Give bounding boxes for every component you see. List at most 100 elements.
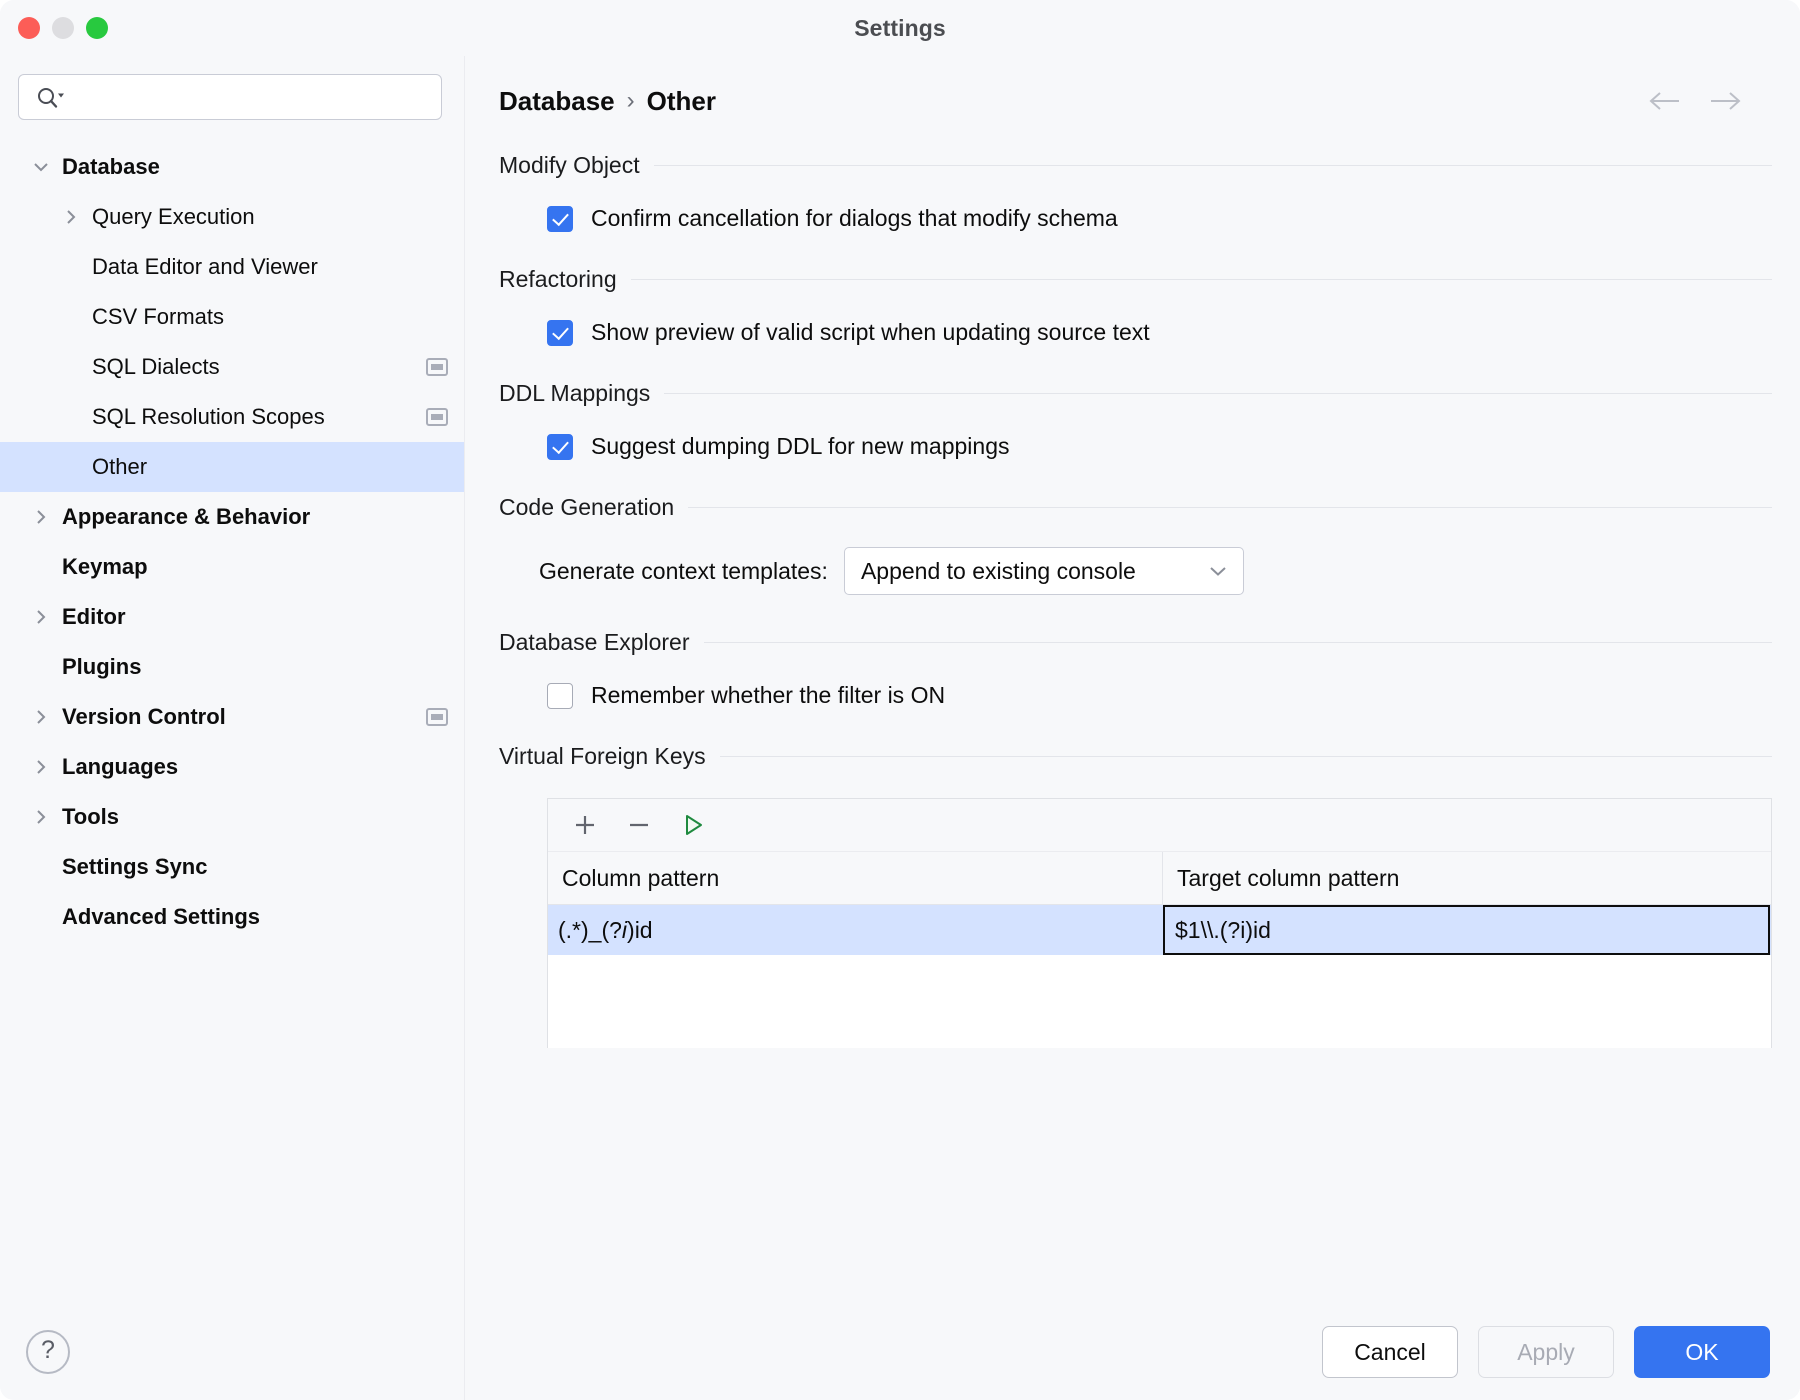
section-divider [664, 393, 1772, 394]
section-ddl-mappings: DDL Mappings Suggest dumping DDL for new… [465, 380, 1772, 460]
section-header: Refactoring [499, 266, 1772, 293]
checkbox-row-show-preview[interactable]: Show preview of valid script when updati… [499, 319, 1772, 346]
sidebar-item-label: SQL Resolution Scopes [92, 404, 325, 430]
show-preview-label: Show preview of valid script when updati… [591, 319, 1150, 346]
apply-button[interactable]: Apply [1478, 1326, 1614, 1378]
sidebar-item-label: Appearance & Behavior [62, 504, 310, 530]
sidebar-item-sql-resolution-scopes[interactable]: SQL Resolution Scopes [0, 392, 464, 442]
sidebar-item-label: Tools [62, 804, 119, 830]
zoom-window-button[interactable] [86, 17, 108, 39]
sidebar-item-label: Settings Sync [62, 854, 207, 880]
sidebar-item-label: Languages [62, 754, 178, 780]
minimize-window-button[interactable] [52, 17, 74, 39]
section-divider [631, 279, 1772, 280]
section-title: Modify Object [499, 152, 640, 179]
cell-column-pattern[interactable]: (.*)_(?i)id [548, 905, 1163, 955]
sidebar-item-label: Editor [62, 604, 126, 630]
settings-tree: Database Query ExecutionData Editor and V… [0, 136, 464, 1304]
table-row[interactable]: (.*)_(?i)id $1\\.(?i)id [548, 905, 1771, 955]
generate-context-templates-dropdown[interactable]: Append to existing console [844, 547, 1244, 595]
virtual-foreign-keys-table: Column pattern Target column pattern (.*… [547, 798, 1772, 1048]
ok-button[interactable]: OK [1634, 1326, 1770, 1378]
section-divider [704, 642, 1773, 643]
chevron-right-icon[interactable] [28, 757, 54, 777]
sidebar-item-plugins[interactable]: Plugins [0, 642, 464, 692]
back-arrow-icon[interactable] [1648, 89, 1682, 113]
search-input[interactable] [35, 85, 441, 109]
checkbox-row-remember-filter[interactable]: Remember whether the filter is ON [499, 682, 1772, 709]
titlebar: Settings [0, 0, 1800, 56]
chevron-right-icon[interactable] [28, 607, 54, 627]
remember-filter-checkbox[interactable] [547, 683, 573, 709]
chevron-right-icon[interactable] [28, 707, 54, 727]
settings-sidebar: Database Query ExecutionData Editor and V… [0, 56, 465, 1400]
breadcrumb: Database › Other [465, 56, 1772, 118]
breadcrumb-root[interactable]: Database [499, 86, 615, 117]
run-icon[interactable] [670, 805, 716, 845]
sidebar-item-database[interactable]: Database [0, 142, 464, 192]
section-title: Database Explorer [499, 629, 690, 656]
sidebar-item-settings-sync[interactable]: Settings Sync [0, 842, 464, 892]
section-header: Database Explorer [499, 629, 1772, 656]
sidebar-item-appearance-behavior[interactable]: Appearance & Behavior [0, 492, 464, 542]
cell-target-column-pattern[interactable]: $1\\.(?i)id [1163, 905, 1770, 955]
sidebar-item-query-execution[interactable]: Query Execution [0, 192, 464, 242]
sidebar-item-version-control[interactable]: Version Control [0, 692, 464, 742]
column-header-column-pattern[interactable]: Column pattern [548, 852, 1163, 904]
generate-context-templates-row: Generate context templates: Append to ex… [499, 547, 1772, 595]
sidebar-item-editor[interactable]: Editor [0, 592, 464, 642]
confirm-cancellation-checkbox[interactable] [547, 206, 573, 232]
sidebar-item-label: Database [62, 154, 160, 180]
section-divider [688, 507, 1772, 508]
section-title: DDL Mappings [499, 380, 650, 407]
sidebar-item-label: Keymap [62, 554, 148, 580]
table-header-row: Column pattern Target column pattern [548, 852, 1771, 905]
table-empty-area [548, 955, 1771, 1048]
search-box[interactable] [18, 74, 442, 120]
sidebar-item-label: SQL Dialects [92, 354, 220, 380]
close-window-button[interactable] [18, 17, 40, 39]
section-virtual-foreign-keys: Virtual Foreign Keys [465, 743, 1772, 1048]
project-settings-badge-icon [426, 358, 448, 376]
sidebar-item-csv-formats[interactable]: CSV Formats [0, 292, 464, 342]
chevron-right-icon[interactable] [28, 507, 54, 527]
chevron-down-icon[interactable] [28, 160, 54, 174]
window-title: Settings [0, 15, 1800, 42]
sidebar-item-data-editor-and-viewer[interactable]: Data Editor and Viewer [0, 242, 464, 292]
column-header-target-column-pattern[interactable]: Target column pattern [1163, 852, 1771, 904]
navigation-arrows [1648, 89, 1742, 113]
sidebar-item-tools[interactable]: Tools [0, 792, 464, 842]
chevron-right-icon[interactable] [28, 807, 54, 827]
show-preview-checkbox[interactable] [547, 320, 573, 346]
cell-column-pattern-prefix: (.*)_(? [558, 917, 622, 944]
sidebar-item-keymap[interactable]: Keymap [0, 542, 464, 592]
remember-filter-label: Remember whether the filter is ON [591, 682, 945, 709]
section-code-generation: Code Generation Generate context templat… [465, 494, 1772, 595]
generate-context-templates-value: Append to existing console [861, 558, 1136, 585]
project-settings-badge-icon [426, 408, 448, 426]
dialog-button-bar: Cancel Apply OK [465, 1304, 1800, 1400]
suggest-dumping-ddl-checkbox[interactable] [547, 434, 573, 460]
confirm-cancellation-label: Confirm cancellation for dialogs that mo… [591, 205, 1118, 232]
checkbox-row-suggest-dumping-ddl[interactable]: Suggest dumping DDL for new mappings [499, 433, 1772, 460]
section-divider [654, 165, 1772, 166]
cell-column-pattern-suffix: )id [627, 917, 653, 944]
forward-arrow-icon[interactable] [1708, 89, 1742, 113]
section-header: DDL Mappings [499, 380, 1772, 407]
section-header: Virtual Foreign Keys [499, 743, 1772, 770]
sidebar-item-advanced-settings[interactable]: Advanced Settings [0, 892, 464, 942]
sidebar-item-sql-dialects[interactable]: SQL Dialects [0, 342, 464, 392]
remove-row-button[interactable] [616, 805, 662, 845]
chevron-right-icon[interactable] [58, 207, 84, 227]
sidebar-item-languages[interactable]: Languages [0, 742, 464, 792]
section-title: Virtual Foreign Keys [499, 743, 706, 770]
help-icon[interactable]: ? [26, 1330, 70, 1374]
breadcrumb-current: Other [647, 86, 716, 117]
add-row-button[interactable] [562, 805, 608, 845]
sidebar-item-label: Version Control [62, 704, 226, 730]
sidebar-item-other[interactable]: Other [0, 442, 464, 492]
section-database-explorer: Database Explorer Remember whether the f… [465, 629, 1772, 709]
cancel-button[interactable]: Cancel [1322, 1326, 1458, 1378]
checkbox-row-confirm-cancellation[interactable]: Confirm cancellation for dialogs that mo… [499, 205, 1772, 232]
generate-context-templates-label: Generate context templates: [539, 558, 828, 585]
